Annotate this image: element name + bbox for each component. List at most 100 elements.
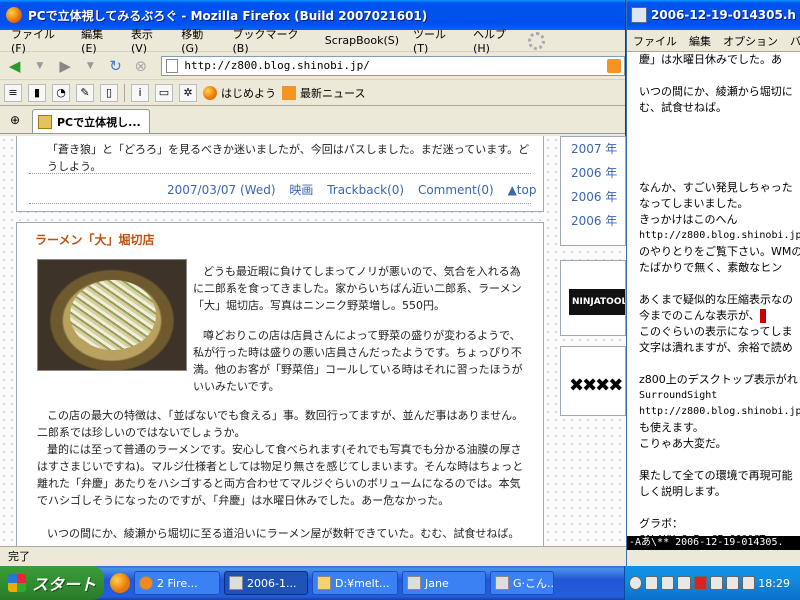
editor-line: http://z800.blog.shinobi.jp (639, 406, 800, 417)
bookmark-getting-started[interactable]: はじめよう (203, 85, 276, 101)
firefox-window-title: PCで立体視してみるぶろぐ - Mozilla Firefox (Build 2… (28, 8, 428, 23)
trackback-link[interactable]: Trackback(0) (327, 183, 404, 197)
taskbar-button-browser[interactable]: G·こん... (490, 571, 554, 595)
menu-scrapbook[interactable]: ScrapBook(S) (318, 34, 406, 47)
editor-line: なってしまいました。 (639, 197, 749, 210)
clock[interactable]: 18:29 (758, 577, 790, 590)
editor-window-title: 2006-12-19-014305.h (651, 8, 796, 22)
editor-line: SurroundSight (639, 390, 718, 401)
page-viewport[interactable]: 「蒼き狼」と「どろろ」を見るべきか迷いましたが、今回はパスしました。まだ迷ってい… (0, 136, 626, 546)
editor-minibuffer[interactable] (627, 550, 800, 566)
start-button[interactable]: スタート (0, 566, 104, 600)
editor-line: 文字は潰れますが、余裕で読め (639, 341, 793, 354)
editor-line: こりゃあ大変だ。 (639, 437, 727, 450)
back-arrow-icon[interactable]: ◀ (4, 55, 25, 77)
post-divider (29, 173, 531, 174)
editor-menu-options[interactable]: オプション (717, 33, 784, 49)
volume-icon[interactable] (742, 576, 756, 590)
shuriken-icon[interactable]: ✖✖✖✖ (569, 375, 623, 396)
sidebar-icon[interactable]: ▯ (100, 83, 118, 102)
editor-menu-edit[interactable]: 編集 (683, 33, 717, 49)
tray-icon[interactable] (677, 576, 691, 590)
window-icon[interactable]: ▭ (155, 83, 173, 102)
tab-blog-label: PCで立体視し... (57, 115, 141, 129)
firefox-window: PCで立体視してみるぶろぐ - Mozilla Firefox (Build 2… (0, 0, 626, 566)
taskbar-button-label: 2006-1... (247, 576, 297, 590)
scrapbook-tools-icon[interactable]: ≡ (4, 83, 22, 102)
post-title[interactable]: ラーメン「大」堀切店 (35, 231, 155, 248)
firefox-icon (6, 7, 22, 23)
color-picker-icon[interactable]: ✲ (179, 83, 197, 102)
taskbar-button-label: 2 Fire... (157, 576, 198, 590)
tray-icon[interactable] (645, 576, 659, 590)
tray-icon[interactable] (725, 576, 740, 590)
menu-tools[interactable]: ツール(T) (406, 26, 466, 55)
tray-icon[interactable] (661, 576, 675, 590)
back-dropdown-icon[interactable]: ▼ (29, 55, 50, 77)
rss-feed-icon[interactable] (606, 58, 621, 73)
taskbar-button-folder[interactable]: D:¥melt... (312, 571, 398, 595)
comment-link[interactable]: Comment(0) (418, 183, 494, 197)
new-tab-icon[interactable]: ⊕ (4, 109, 26, 131)
expand-tray-icon[interactable] (629, 576, 643, 590)
editor-menubar: ファイル 編集 オプション バッファ (627, 30, 800, 52)
bookmark-latest-news-label: 最新ニュース (300, 86, 366, 100)
tray-icon[interactable] (709, 576, 723, 590)
windows-logo-icon (8, 574, 26, 592)
forward-arrow-icon[interactable]: ▶ (54, 55, 75, 77)
menu-go[interactable]: 移動(G) (174, 26, 225, 55)
bookmark-manager-icon[interactable]: ▮ (28, 83, 46, 102)
stop-icon[interactable]: ⊗ (130, 55, 151, 77)
editor-menu-file[interactable]: ファイル (627, 33, 683, 49)
history-clock-icon[interactable]: ◔ (52, 83, 70, 102)
editor-icon (631, 7, 647, 23)
editor-menu-buffer[interactable]: バッファ (784, 33, 800, 49)
blog-favicon-icon (38, 114, 52, 129)
ninja-tools-banner[interactable]: NINJATOOLS (569, 289, 625, 315)
pen-icon[interactable]: ✎ (76, 83, 94, 102)
info-icon[interactable]: i (131, 83, 149, 102)
previous-post-text: 「蒼き狼」と「どろろ」を見るべきか迷いましたが、今回はパスしました。まだ迷ってい… (47, 143, 530, 173)
post-paragraph-2: 噂どおりこの店は店員さんによって野菜の盛りが変わるようで、私が行った時は盛りの悪… (193, 329, 523, 393)
top-link[interactable]: ▲top (508, 183, 537, 197)
forward-dropdown-icon[interactable]: ▼ (80, 55, 101, 77)
menu-help[interactable]: ヘルプ(H) (466, 26, 528, 55)
menu-file[interactable]: ファイル(F) (4, 26, 74, 55)
url-input[interactable] (184, 59, 607, 72)
tab-blog[interactable]: PCで立体視し... (32, 109, 150, 133)
start-label: スタート (32, 575, 97, 594)
toolbar-separator (124, 83, 125, 102)
folder-icon (317, 576, 331, 590)
taskbar-button-firefox[interactable]: 2 Fire... (134, 571, 220, 595)
archive-link[interactable]: 2006 年 (561, 185, 625, 209)
post-category-link[interactable]: 映画 (289, 183, 313, 197)
archive-link[interactable]: 2007 年 (561, 137, 625, 161)
cursor-marker-icon (759, 309, 766, 323)
reload-icon[interactable]: ↻ (105, 55, 126, 77)
menu-bookmarks[interactable]: ブックマーク(B) (226, 26, 318, 55)
menu-view[interactable]: 表示(V) (124, 26, 174, 55)
editor-line: z800上のデスクトップ表示がれ (639, 373, 798, 386)
archive-link[interactable]: 2006 年 (561, 209, 625, 233)
menu-edit[interactable]: 編集(E) (74, 26, 124, 55)
taskbar-button-jane[interactable]: Jane (402, 571, 486, 595)
taskbar-button-editor[interactable]: 2006-1... (224, 571, 308, 595)
firefox-icon (139, 576, 153, 590)
previous-post: 「蒼き狼」と「どろろ」を見るべきか迷いましたが、今回はパスしました。まだ迷ってい… (16, 136, 544, 212)
post-paragraph-4: 量的には至って普通のラーメンです。安心して食べられます(それでも写真でも分かる油… (37, 443, 524, 507)
firefox-bookmark-icon (203, 85, 217, 100)
editor-line: グラボ： (639, 517, 683, 530)
address-bar[interactable] (161, 55, 625, 76)
bookmark-latest-news[interactable]: 最新ニュース (282, 85, 365, 101)
post-paragraph-5: いつの間にか、綾瀬から堀切に至る道沿いにラーメン屋が数軒できていた。むむ、試食せ… (47, 527, 520, 540)
archive-link[interactable]: 2006 年 (561, 161, 625, 185)
editor-text-area[interactable]: 慶」は水曜日休みでした。あ いつの間にか、綾瀬から堀切に む、試食せねば。 なんか… (627, 52, 800, 536)
editor-title-bar[interactable]: 2006-12-19-014305.h (627, 0, 800, 30)
tray-icon[interactable] (693, 576, 707, 590)
firefox-quicklaunch-icon[interactable] (110, 573, 130, 593)
desktop: PCで立体視してみるぶろぐ - Mozilla Firefox (Build 2… (0, 0, 800, 600)
